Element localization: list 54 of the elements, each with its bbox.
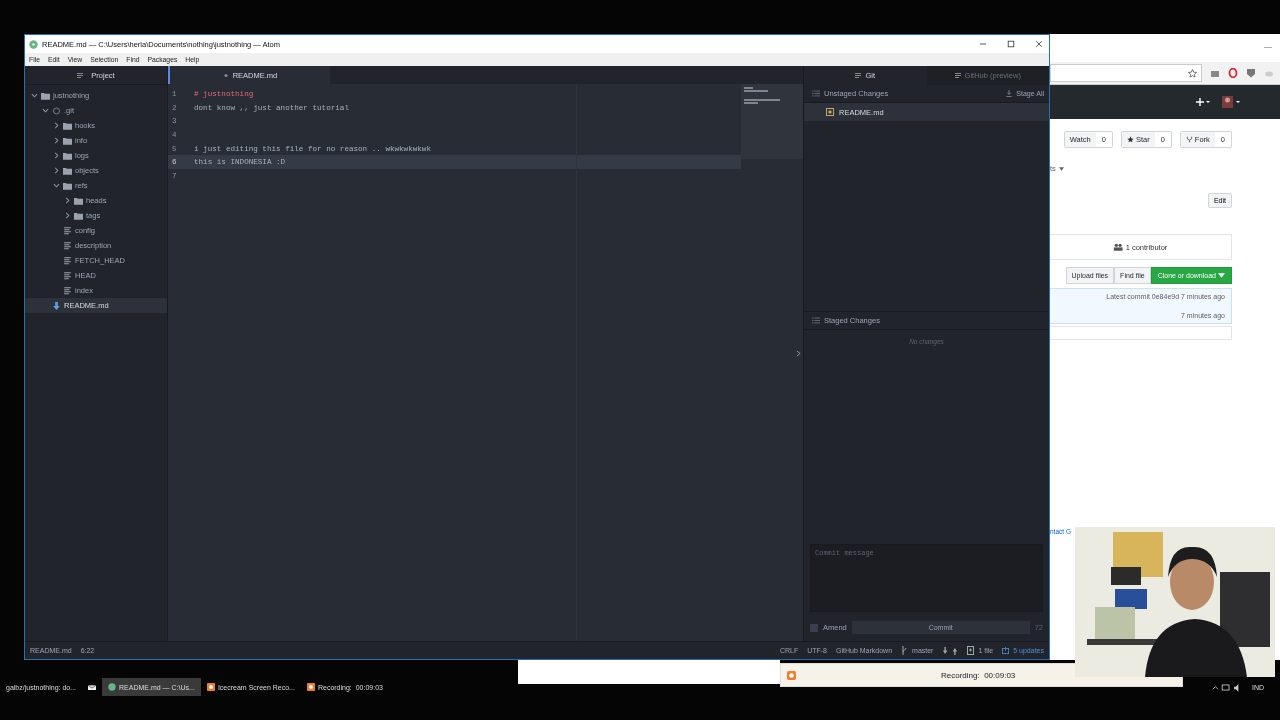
chevron-icon (53, 122, 60, 129)
amend-checkbox[interactable] (810, 623, 818, 632)
star-icon[interactable] (1188, 68, 1197, 78)
download-icon (1006, 90, 1013, 97)
star-icon (1126, 136, 1134, 143)
file-lines-icon (63, 271, 72, 280)
file-lines-icon (63, 226, 72, 235)
file-lines-icon (63, 241, 72, 250)
mail-icon (88, 683, 97, 691)
recording-timer: Recording: 00:09:03 (941, 670, 1016, 680)
chevron-icon[interactable] (796, 350, 801, 357)
recorder-logo-icon (787, 670, 796, 680)
chevron-icon (53, 167, 60, 174)
lines-icon (954, 72, 961, 79)
chevron-icon (64, 212, 71, 219)
shield-icon[interactable] (1246, 68, 1256, 78)
list-icon (812, 317, 820, 324)
recorder-logo-icon (206, 683, 215, 691)
fork-icon (1185, 136, 1193, 143)
modified-icon (826, 108, 834, 116)
file-lines-icon (63, 286, 72, 295)
chevron-icon (42, 107, 49, 114)
chevron-icon (64, 197, 71, 204)
minimize-icon[interactable] (979, 40, 987, 48)
avatar-icon[interactable] (1222, 96, 1240, 108)
lines-icon (77, 71, 84, 79)
fetch-push-icon[interactable] (942, 646, 959, 655)
chevron-icon (53, 152, 60, 159)
folder-icon (41, 91, 50, 100)
chevron-icon (31, 92, 38, 99)
chevron-icon (53, 182, 60, 189)
package-icon (1002, 646, 1010, 655)
lines-icon (855, 72, 862, 79)
chevron-icon (53, 137, 60, 144)
dot-icon (222, 71, 229, 79)
briefcase-icon[interactable] (1210, 68, 1220, 78)
plus-icon[interactable] (1196, 97, 1210, 107)
branch-icon (901, 646, 909, 655)
list-icon (812, 90, 820, 97)
file-lines-icon (63, 256, 72, 265)
caret-icon (1218, 272, 1225, 279)
atom-logo-icon (108, 683, 117, 691)
repo-icon (52, 106, 61, 115)
minimize-icon[interactable] (1264, 47, 1272, 49)
minimap[interactable] (741, 84, 803, 159)
atom-logo-icon (29, 39, 38, 49)
caret-icon (1058, 166, 1064, 171)
file-diff-icon (967, 646, 975, 655)
download-arrow-icon (52, 301, 61, 310)
opera-icon[interactable] (1228, 68, 1238, 78)
people-icon (1112, 243, 1123, 251)
recorder-logo-icon (306, 683, 315, 691)
maximize-icon[interactable] (1007, 40, 1015, 48)
close-icon[interactable] (1035, 40, 1043, 48)
